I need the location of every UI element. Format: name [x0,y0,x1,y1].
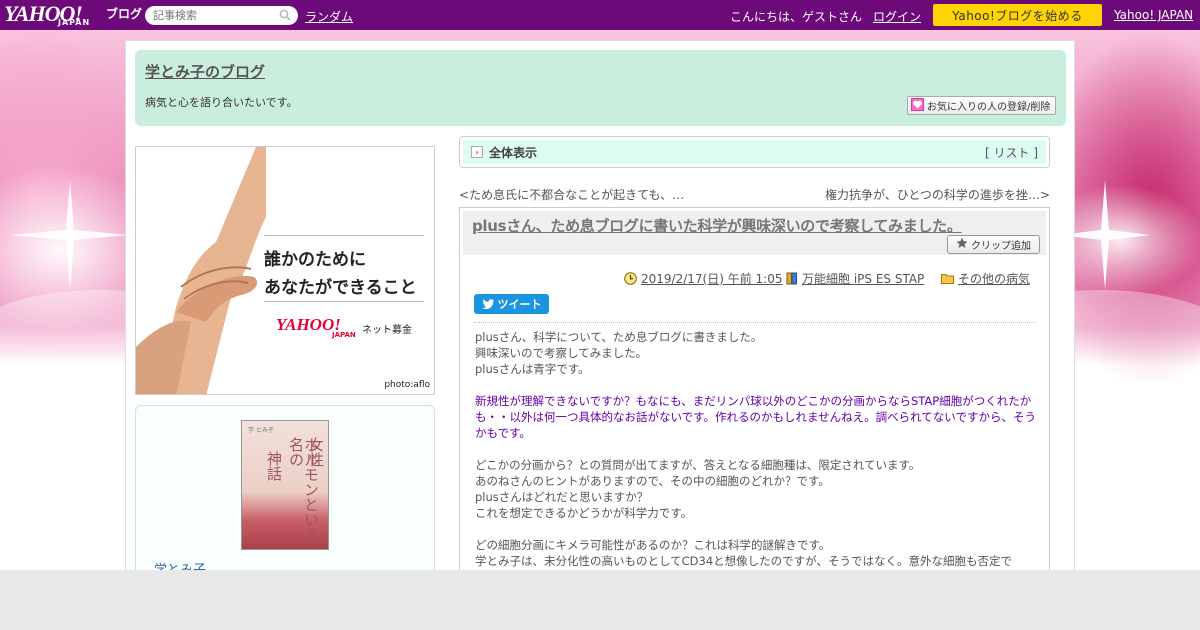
magnifier-icon[interactable] [279,9,291,24]
article-navigation: <ため息氏に不都合なことが起きても、… 権力抗争が、ひとつの科学の進歩を挫…> [459,186,1050,202]
logo-blog: ブログ [106,7,143,21]
yahoo-blog-logo[interactable]: YAHOO! JAPAN ブログ [4,1,142,29]
folder-icon [941,274,954,284]
banner-service-name: ネット募金 [362,325,412,336]
category-folder-text: その他の病気 [958,272,1031,286]
next-bracket: > [1039,188,1050,202]
search-box [145,6,298,25]
blog-title-link[interactable]: 学とみ子のブログ [145,61,265,82]
heart-icon [911,97,924,114]
article-category-folder[interactable]: その他の病気 [941,270,1030,287]
charity-banner[interactable]: 誰かのために あなたができること YAHOO! JAPAN ネット募金 phot… [135,146,435,395]
clip-add-button[interactable]: クリップ追加 [947,235,1040,254]
body-paragraph: 興味深いので考察してみました。 [475,346,648,360]
article-date-text: 2019/2/17(日) 午前 1:05 [641,272,783,286]
prev-article-link[interactable]: ため息氏に不都合なことが起きても、 [469,188,672,202]
search-input[interactable] [153,9,278,22]
profile-box: 学 とみ子 女性 ホルモンという名の 神話 学とみ子 [135,405,435,578]
clip-button-label: クリップ追加 [971,241,1031,252]
prev-ellipsis: … [672,188,685,202]
bracket-close: ] [1033,145,1038,160]
login-link[interactable]: ログイン [873,8,921,25]
banner-divider [264,235,424,236]
list-toggle: [ リスト ] [985,144,1038,161]
greeting-text: こんにちは、ゲストさん [730,10,863,24]
view-all-label: 全体表示 [489,145,538,160]
category-book-text: 万能細胞 iPS ES STAP [802,272,925,286]
random-link[interactable]: ランダム [305,8,353,25]
hands-image [136,147,266,394]
clock-icon [624,272,637,285]
start-blog-button[interactable]: Yahoo!ブログを始める [933,4,1102,26]
book-title-part: 神話 [265,451,283,481]
banner-copy-line2: あなたができること [264,278,417,298]
book-title-part: ホルモンという名の [287,437,320,542]
blog-header: 学とみ子のブログ 病気と心を語り合いたいです。 お気に入りの人の登録/削除 [135,50,1066,126]
body-paragraph: どの細胞分画にキメラ可能性があるのか？これは科学的謎解きです。 [475,538,831,552]
tweet-button-label: ツイート [497,298,542,311]
blog-container: 学とみ子のブログ 病気と心を語り合いたいです。 お気に入りの人の登録/削除 誰か… [125,40,1075,578]
blog-description: 病気と心を語り合いたいです。 [145,96,298,109]
body-paragraph: plusさんは青字です。 [475,362,590,376]
banner-divider [264,301,424,302]
banner-logo-sub: JAPAN [332,331,356,339]
banner-copy-line1: 誰かのために [264,250,366,270]
article-date[interactable]: 2019/2/17(日) 午前 1:05 [624,270,782,287]
book-cover-image[interactable]: 学 とみ子 女性 ホルモンという名の 神話 [241,420,329,550]
global-header: YAHOO! JAPAN ブログ ランダム こんにちは、ゲストさん ログイン Y… [0,0,1200,30]
favorite-register-button[interactable]: お気に入りの人の登録/削除 [907,96,1056,115]
logo-sub: JAPAN [58,18,91,27]
article-body: plusさん、科学について、ため息ブログに書きました。 興味深いので考察してみま… [475,329,1039,569]
body-paragraph: 学とみ子は、未分化性の高いものとしてCD34と想像したのですが、そうではなく。意… [475,554,1012,568]
article-title-link[interactable]: plusさん、ため息ブログに書いた科学が興味深いので考察してみました。 [472,215,962,236]
prev-bracket: < [459,188,470,202]
bracket-open: [ [984,145,990,160]
quoted-paragraph: 新規性が理解できないですか？もなにも、まだリンパ球以外のどこかの分画からならST… [475,394,1036,440]
photo-credit: photo:aflo [384,380,430,390]
book-author: 学 とみ子 [248,427,274,434]
next-ellipsis: … [1027,188,1040,202]
body-paragraph: これを想定できるかどうかが科学力です。 [475,506,693,520]
next-article-link[interactable]: 権力抗争が、ひとつの科学の進歩を挫 [825,188,1028,202]
article-meta: 2019/2/17(日) 午前 1:05 万能細胞 iPS ES STAP その… [460,270,1040,286]
body-paragraph: あのねさんのヒントがありますので、その中の細胞のどれか？です。 [475,474,830,488]
article: plusさん、ため息ブログに書いた科学が興味深いので考察してみました。 クリップ… [459,207,1050,577]
chevron-right-icon: › [471,146,483,158]
body-paragraph: plusさんはどれだと思いますか？ [475,490,649,504]
tweet-button[interactable]: ツイート [474,294,549,314]
book-icon [786,272,797,285]
article-header: plusさん、ため息ブログに書いた科学が興味深いので考察してみました。 クリップ… [463,211,1046,255]
yahoo-japan-link[interactable]: Yahoo! JAPAN [1114,8,1193,22]
twitter-bird-icon [481,299,494,309]
article-divider [474,322,1036,323]
favorite-button-label: お気に入りの人の登録/削除 [927,102,1051,113]
body-paragraph: plusさん、科学について、ため息ブログに書きました。 [475,330,763,344]
view-mode-bar: › 全体表示 [ リスト ] [459,136,1050,168]
body-paragraph: どこかの分画から？との質問が出てますが、答えとなる細胞種は、限定されています。 [475,458,921,472]
article-category-book[interactable]: 万能細胞 iPS ES STAP [786,270,924,287]
star-icon [956,237,968,252]
sparkle-icon [10,180,130,290]
page-footer-band [0,570,1200,630]
list-link[interactable]: リスト [993,146,1029,160]
